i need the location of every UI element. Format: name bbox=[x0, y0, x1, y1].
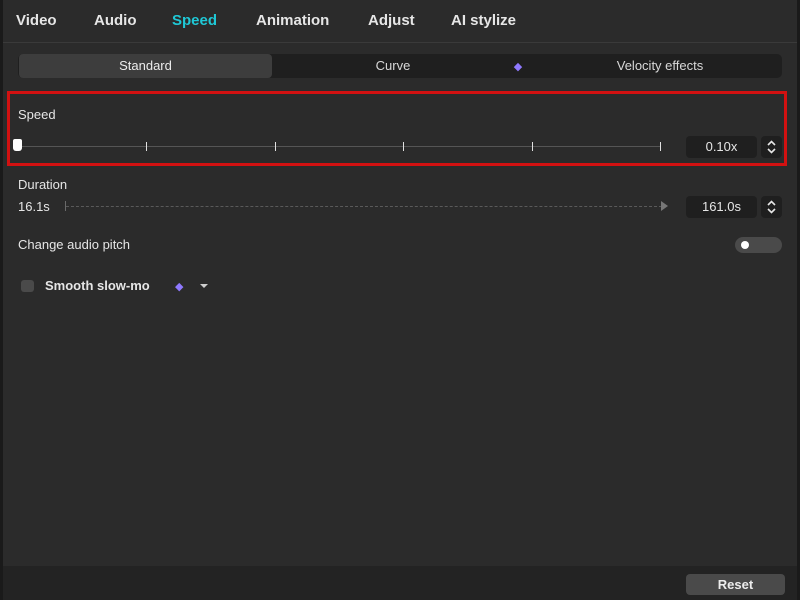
smooth-slowmo-checkbox[interactable] bbox=[21, 280, 34, 292]
gem-icon: ◆ bbox=[175, 281, 184, 294]
arrow-right-icon bbox=[661, 201, 668, 211]
tab-video[interactable]: Video bbox=[16, 12, 57, 29]
speed-highlight-box bbox=[7, 91, 787, 166]
mode-velocity-label: Velocity effects bbox=[616, 58, 704, 73]
tab-adjust[interactable]: Adjust bbox=[368, 12, 415, 29]
speed-slider-tick bbox=[146, 142, 147, 151]
gem-icon: ◆ bbox=[513, 60, 523, 73]
tab-ai-stylize[interactable]: AI stylize bbox=[451, 12, 516, 29]
speed-label: Speed bbox=[18, 107, 56, 122]
speed-mode-selector: Standard Curve ◆ Velocity effects bbox=[18, 54, 782, 78]
speed-value-input[interactable]: 0.10x bbox=[686, 136, 757, 158]
tab-bar: Video Audio Speed Animation Adjust AI st… bbox=[3, 0, 797, 43]
speed-slider-tick bbox=[403, 142, 404, 151]
speed-slider-tick bbox=[532, 142, 533, 151]
mode-curve-label: Curve bbox=[375, 58, 411, 73]
audio-pitch-toggle[interactable] bbox=[735, 237, 782, 253]
speed-slider-handle[interactable] bbox=[13, 139, 22, 151]
duration-stepper[interactable] bbox=[761, 196, 782, 218]
smooth-slowmo-label: Smooth slow-mo bbox=[45, 278, 150, 293]
mode-standard-label: Standard bbox=[119, 58, 172, 73]
toggle-knob bbox=[741, 241, 749, 249]
footer-bar: Reset bbox=[3, 566, 797, 600]
speed-stepper[interactable] bbox=[761, 136, 782, 158]
mode-velocity-effects-button[interactable]: Velocity effects bbox=[538, 54, 782, 78]
tab-animation[interactable]: Animation bbox=[256, 12, 329, 29]
chevron-down-icon[interactable] bbox=[200, 284, 208, 288]
audio-pitch-label: Change audio pitch bbox=[18, 237, 131, 252]
mode-standard-button[interactable]: Standard bbox=[19, 54, 272, 78]
chevron-up-down-icon bbox=[767, 200, 776, 214]
tab-audio[interactable]: Audio bbox=[94, 12, 137, 29]
duration-dashed-line bbox=[66, 206, 662, 207]
duration-original: 16.1s bbox=[18, 199, 50, 214]
speed-slider-tick bbox=[275, 142, 276, 151]
speed-slider-tick bbox=[660, 142, 661, 151]
duration-value-input[interactable]: 161.0s bbox=[686, 196, 757, 218]
speed-panel: Video Audio Speed Animation Adjust AI st… bbox=[3, 0, 797, 600]
duration-label: Duration bbox=[18, 177, 68, 192]
tab-speed[interactable]: Speed bbox=[172, 12, 217, 29]
chevron-up-down-icon bbox=[767, 140, 776, 154]
mode-curve-button[interactable]: Curve bbox=[273, 54, 513, 78]
speed-slider-track[interactable] bbox=[17, 146, 661, 147]
reset-button[interactable]: Reset bbox=[686, 574, 785, 595]
